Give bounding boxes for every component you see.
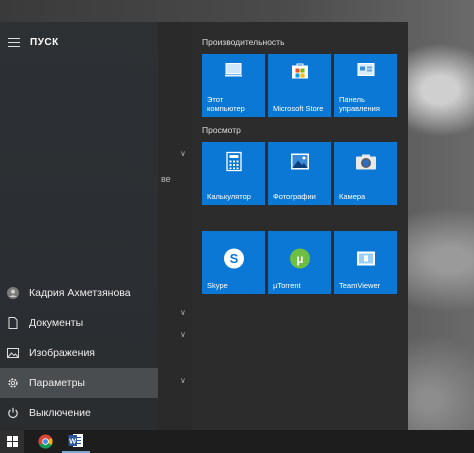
chrome-icon xyxy=(37,434,53,449)
taskbar-word[interactable]: W xyxy=(62,430,90,453)
tile-label: компьютер xyxy=(207,104,245,113)
power-icon xyxy=(7,407,19,419)
pictures-label: Изображения xyxy=(29,347,95,359)
tile-skype[interactable]: S Skype xyxy=(202,231,265,294)
tile-control-panel[interactable]: Панель управления xyxy=(334,54,397,117)
svg-text:µ: µ xyxy=(296,252,303,266)
hamburger-menu-icon[interactable] xyxy=(8,37,20,47)
document-icon xyxy=(7,317,19,329)
tile-label: Этот xyxy=(207,95,224,104)
pictures-icon xyxy=(7,347,19,359)
group-title-view: Просмотр xyxy=(202,125,241,135)
gear-icon xyxy=(7,377,19,389)
chevron-down-icon[interactable]: ∨ xyxy=(180,330,186,339)
taskbar: W xyxy=(0,430,474,453)
teamviewer-icon xyxy=(356,251,376,272)
tile-utorrent[interactable]: µ µTorrent xyxy=(268,231,331,294)
svg-text:S: S xyxy=(229,251,238,266)
store-icon xyxy=(291,62,309,85)
tile-photos[interactable]: Фотографии xyxy=(268,142,331,205)
app-list-fragment: ве xyxy=(161,174,171,184)
windows-logo-icon xyxy=(6,436,18,447)
tile-calculator[interactable]: Калькулятор xyxy=(202,142,265,205)
word-icon: W xyxy=(68,434,83,447)
user-name-label: Кадрия Ахметзянова xyxy=(29,287,131,299)
taskbar-chrome[interactable] xyxy=(31,430,59,453)
computer-icon xyxy=(224,62,244,85)
user-avatar-icon xyxy=(7,287,19,299)
tile-label: управления xyxy=(339,104,380,113)
tile-this-pc[interactable]: Этот компьютер xyxy=(202,54,265,117)
settings-label: Параметры xyxy=(29,377,85,389)
tiles-pane: Производительность Этот компьютер Microso… xyxy=(192,22,408,430)
start-menu-title: ПУСК xyxy=(30,36,59,48)
documents-label: Документы xyxy=(29,317,84,329)
tile-label: Панель xyxy=(339,95,365,104)
svg-text:W: W xyxy=(69,437,77,446)
pictures-item[interactable]: Изображения xyxy=(0,338,158,368)
documents-item[interactable]: Документы xyxy=(0,308,158,338)
chevron-down-icon[interactable]: ∨ xyxy=(180,308,186,317)
tile-label: µTorrent xyxy=(273,281,301,290)
tile-label: Microsoft Store xyxy=(273,104,324,113)
tile-label: Камера xyxy=(339,192,366,201)
tile-label: Фотографии xyxy=(273,192,316,201)
tile-microsoft-store[interactable]: Microsoft Store xyxy=(268,54,331,117)
calculator-icon xyxy=(225,151,242,177)
start-button[interactable] xyxy=(0,430,24,453)
chevron-down-icon[interactable]: ∨ xyxy=(180,149,186,158)
power-item[interactable]: Выключение xyxy=(0,398,158,428)
tile-teamviewer[interactable]: TeamViewer xyxy=(334,231,397,294)
skype-icon: S xyxy=(223,248,245,275)
chevron-down-icon[interactable]: ∨ xyxy=(180,376,186,385)
camera-icon xyxy=(355,153,377,176)
power-label: Выключение xyxy=(29,407,91,419)
tile-label: Skype xyxy=(207,281,228,290)
control-panel-icon xyxy=(357,63,375,84)
photos-icon xyxy=(290,153,310,176)
tile-label: Калькулятор xyxy=(207,192,251,201)
settings-item[interactable]: Параметры xyxy=(0,368,158,398)
tile-label: TeamViewer xyxy=(339,281,381,290)
utorrent-icon: µ xyxy=(289,248,311,275)
group-title-productivity: Производительность xyxy=(202,37,285,47)
user-account-item[interactable]: Кадрия Ахметзянова xyxy=(0,278,158,308)
start-menu-header: ПУСК xyxy=(0,30,158,54)
tile-camera[interactable]: Камера xyxy=(334,142,397,205)
